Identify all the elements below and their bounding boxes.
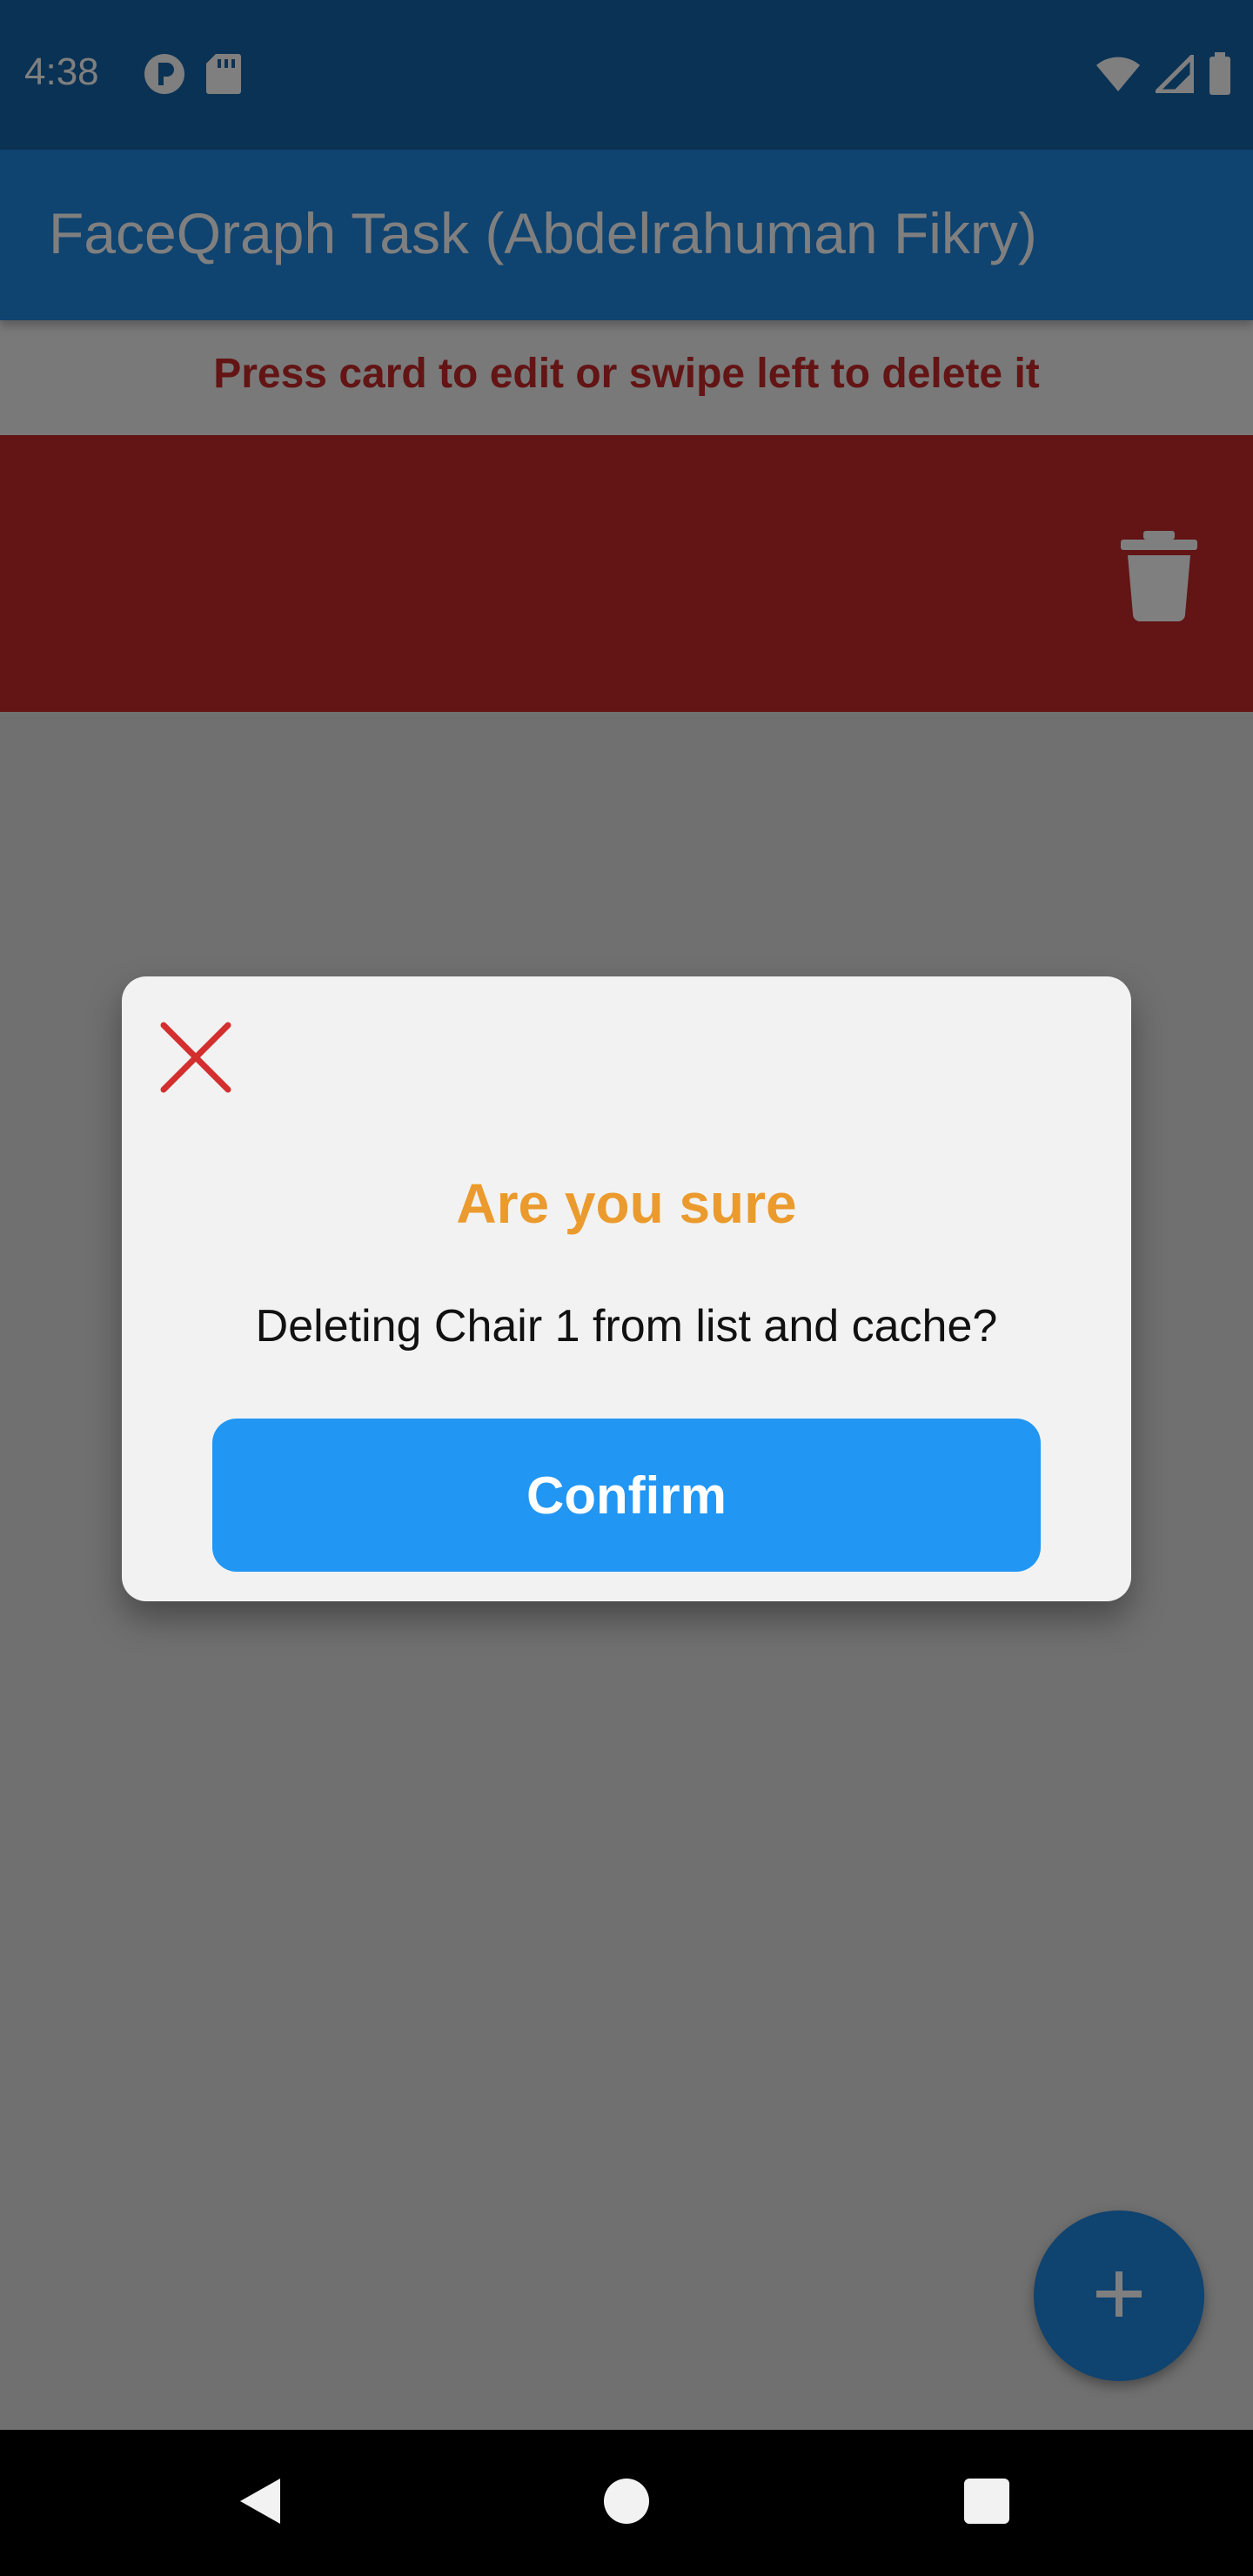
dialog-message: Deleting Chair 1 from list and cache?	[255, 1301, 998, 1352]
close-icon[interactable]	[155, 1016, 237, 1098]
recent-apps-icon[interactable]	[964, 2479, 1009, 2524]
system-nav-bar	[0, 2430, 1253, 2576]
confirm-button[interactable]: Confirm	[212, 1419, 1041, 1572]
dialog-title: Are you sure	[456, 1172, 797, 1235]
delete-confirm-dialog: Are you sure Deleting Chair 1 from list …	[122, 976, 1131, 1601]
back-icon[interactable]	[237, 2477, 282, 2530]
home-icon[interactable]	[604, 2479, 649, 2524]
